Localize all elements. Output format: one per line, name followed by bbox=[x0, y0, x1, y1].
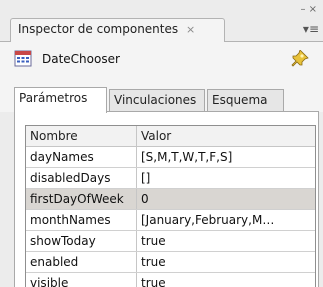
table-row[interactable]: visible true bbox=[26, 273, 315, 287]
param-value[interactable]: true bbox=[137, 231, 315, 251]
inspector-tabs: Parámetros Vinculaciones Esquema bbox=[0, 82, 323, 113]
tab-vinculaciones[interactable]: Vinculaciones bbox=[109, 89, 205, 112]
calendar-icon bbox=[14, 50, 32, 67]
column-header-name[interactable]: Nombre bbox=[26, 126, 137, 146]
table-row[interactable]: disabledDays [] bbox=[26, 168, 315, 189]
minimize-close-icon[interactable]: – × bbox=[297, 4, 317, 16]
component-name: DateChooser bbox=[42, 52, 120, 66]
param-name: disabledDays bbox=[26, 168, 137, 188]
param-value[interactable]: 0 bbox=[137, 189, 315, 209]
param-value[interactable]: true bbox=[137, 252, 315, 272]
param-value[interactable]: [January,February,M… bbox=[137, 210, 315, 230]
param-value[interactable]: true bbox=[137, 273, 315, 287]
pin-icon[interactable] bbox=[291, 50, 309, 68]
table-row-selected[interactable]: firstDayOfWeek 0 bbox=[26, 189, 315, 210]
close-icon[interactable]: × bbox=[186, 23, 195, 36]
param-value[interactable]: [] bbox=[137, 168, 315, 188]
tab-parametros[interactable]: Parámetros bbox=[14, 87, 107, 113]
panel-title: Inspector de componentes bbox=[18, 22, 179, 36]
param-name: firstDayOfWeek bbox=[26, 189, 137, 209]
panel-titlebar: Inspector de componentes × – × ▾≡ bbox=[0, 0, 323, 42]
component-header: DateChooser bbox=[0, 42, 323, 82]
param-name: showToday bbox=[26, 231, 137, 251]
parameters-grid: Nombre Valor dayNames [S,M,T,W,T,F,S] di… bbox=[25, 125, 316, 287]
panel-tab[interactable]: Inspector de componentes × bbox=[10, 18, 225, 42]
param-name: enabled bbox=[26, 252, 137, 272]
param-name: monthNames bbox=[26, 210, 137, 230]
param-name: visible bbox=[26, 273, 137, 287]
table-row[interactable]: dayNames [S,M,T,W,T,F,S] bbox=[26, 147, 315, 168]
panel-menu-icon[interactable]: ▾≡ bbox=[297, 22, 319, 36]
component-inspector-panel: Inspector de componentes × – × ▾≡ DateCh… bbox=[0, 0, 323, 287]
table-row[interactable]: enabled true bbox=[26, 252, 315, 273]
table-row[interactable]: showToday true bbox=[26, 231, 315, 252]
grid-header: Nombre Valor bbox=[26, 126, 315, 147]
column-header-value[interactable]: Valor bbox=[137, 126, 315, 146]
table-row[interactable]: monthNames [January,February,M… bbox=[26, 210, 315, 231]
param-name: dayNames bbox=[26, 147, 137, 167]
param-value[interactable]: [S,M,T,W,T,F,S] bbox=[137, 147, 315, 167]
tab-content: Nombre Valor dayNames [S,M,T,W,T,F,S] di… bbox=[14, 111, 319, 287]
tab-esquema[interactable]: Esquema bbox=[207, 89, 284, 112]
